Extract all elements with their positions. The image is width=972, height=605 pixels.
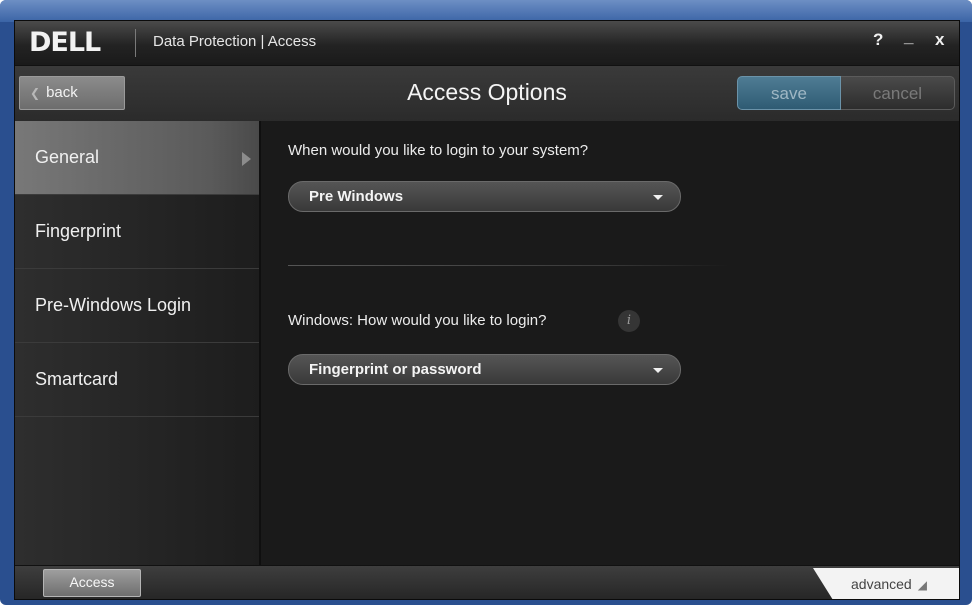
sidebar-item-pre-windows-login[interactable]: Pre-Windows Login	[15, 269, 259, 343]
dell-logo: DELL	[29, 27, 101, 58]
main-content: When would you like to login to your sys…	[261, 121, 959, 565]
save-button[interactable]: save	[737, 76, 841, 110]
advanced-label: advanced	[851, 576, 912, 592]
sidebar-item-smartcard[interactable]: Smartcard	[15, 343, 259, 417]
header-bar: ❮ back Access Options save cancel	[15, 65, 959, 122]
windows-login-dropdown[interactable]: Fingerprint or password	[288, 354, 681, 385]
chevron-down-icon	[653, 195, 663, 200]
help-button[interactable]: ?	[873, 30, 883, 50]
access-tab[interactable]: Access	[43, 569, 141, 597]
app-title: Data Protection | Access	[153, 33, 317, 50]
chevron-down-icon	[653, 368, 663, 373]
sidebar: General Fingerprint Pre-Windows Login Sm…	[15, 121, 261, 565]
dropdown-value: Pre Windows	[309, 188, 404, 205]
title-separator	[135, 29, 136, 57]
sidebar-item-label: Smartcard	[35, 369, 119, 389]
minimize-button[interactable]: _	[904, 27, 913, 47]
sidebar-item-general[interactable]: General	[15, 121, 259, 195]
title-bar: DELL Data Protection | Access ? _ x	[15, 21, 959, 65]
footer-bar: Access advanced ◢	[15, 565, 959, 599]
login-time-dropdown[interactable]: Pre Windows	[288, 181, 681, 212]
chevron-right-icon	[242, 152, 251, 166]
sidebar-item-label: General	[35, 147, 100, 167]
cancel-button[interactable]: cancel	[841, 76, 955, 110]
sidebar-item-fingerprint[interactable]: Fingerprint	[15, 195, 259, 269]
app-window: DELL Data Protection | Access ? _ x ❮ bac…	[14, 20, 960, 600]
windows-login-question: Windows: How would you like to login?	[288, 312, 547, 329]
sidebar-item-label: Pre-Windows Login	[35, 295, 192, 315]
info-icon[interactable]: i	[618, 310, 640, 332]
close-button[interactable]: x	[935, 30, 944, 50]
login-time-question: When would you like to login to your sys…	[288, 142, 589, 159]
sidebar-item-label: Fingerprint	[35, 221, 122, 241]
dropdown-value: Fingerprint or password	[309, 361, 482, 378]
advanced-button[interactable]: advanced ◢	[813, 568, 959, 599]
window-frame: DELL Data Protection | Access ? _ x ❮ bac…	[0, 0, 972, 605]
section-divider	[288, 265, 730, 266]
arrow-icon: ◢	[917, 578, 927, 592]
